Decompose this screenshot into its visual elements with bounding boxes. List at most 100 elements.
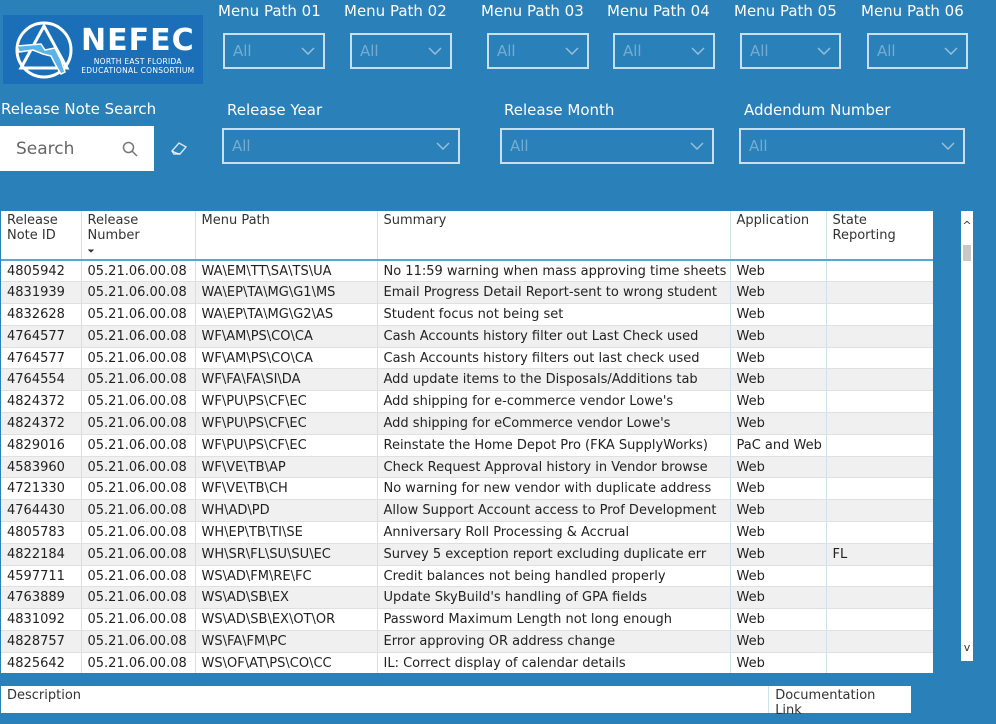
menu-path-01-value: All	[233, 42, 252, 60]
column-header-application[interactable]: Application	[730, 211, 827, 261]
cell-release-note-id: 4828757	[1, 630, 82, 653]
table-row[interactable]: 4763889 05.21.06.00.08 WS\AD\SB\EX Update S…	[1, 586, 933, 610]
cell-application: Web	[730, 652, 827, 673]
table-row[interactable]: 4831092 05.21.06.00.08 WS\AD\SB\EX\OT\OR Pa…	[1, 608, 933, 632]
cell-state-reporting	[826, 565, 933, 588]
column-header-documentation-link[interactable]: Documentation Link	[769, 686, 911, 718]
nefec-logo: NEFEC NORTH EAST FLORIDA EDUCATIONAL CON…	[3, 15, 203, 84]
logo-subtitle-1: NORTH EAST FLORIDA	[93, 56, 182, 66]
cell-release-number: 05.21.06.00.08	[81, 565, 196, 588]
cell-application: Web	[730, 630, 827, 653]
release-year-dropdown[interactable]: All	[222, 128, 460, 164]
menu-path-06-value: All	[877, 42, 896, 60]
release-notes-table: Release Note ID Release Number ⏷ Menu Pa…	[1, 211, 933, 673]
table-row[interactable]: 4597711 05.21.06.00.08 WS\AD\FM\RE\FC Credi…	[1, 565, 933, 588]
column-header-description[interactable]: Description	[1, 686, 770, 713]
cell-state-reporting	[826, 456, 933, 479]
cell-menu-path: WS\AD\SB\EX\OT\OR	[195, 608, 378, 632]
table-row[interactable]: 4583960 05.21.06.00.08 WF\VE\TB\AP Check Re…	[1, 456, 933, 479]
release-month-label: Release Month	[504, 101, 615, 119]
cell-application: Web	[730, 565, 827, 588]
cell-release-number: 05.21.06.00.08	[81, 434, 196, 457]
column-header-summary[interactable]: Summary	[377, 211, 731, 261]
cell-release-note-id: 4764577	[1, 347, 82, 370]
table-scrollbar[interactable]: ^ v	[961, 211, 973, 661]
chevron-down-icon	[691, 47, 705, 55]
cell-summary: Survey 5 exception report excluding dupl…	[377, 543, 731, 566]
table-row[interactable]: 4764430 05.21.06.00.08 WH\AD\PD Allow Suppo…	[1, 499, 933, 523]
cell-release-note-id: 4824372	[1, 412, 82, 435]
eraser-icon[interactable]	[170, 141, 188, 155]
cell-state-reporting	[826, 477, 933, 501]
column-header-release-note-id[interactable]: Release Note ID	[1, 211, 82, 261]
table-row[interactable]: 4824372 05.21.06.00.08 WF\PU\PS\CF\EC Add s…	[1, 390, 933, 414]
table-row[interactable]: 4825642 05.21.06.00.08 WS\OF\AT\PS\CO\CC IL…	[1, 652, 933, 673]
cell-summary: Email Progress Detail Report-sent to wro…	[377, 281, 731, 305]
cell-release-number: 05.21.06.00.08	[81, 368, 196, 392]
table-row[interactable]: 4824372 05.21.06.00.08 WF\PU\PS\CF\EC Add s…	[1, 412, 933, 435]
scroll-up-icon[interactable]: ^	[961, 219, 973, 233]
menu-path-05-value: All	[750, 42, 769, 60]
table-row[interactable]: 4828757 05.21.06.00.08 WS\FA\FM\PC Error ap…	[1, 630, 933, 653]
table-row[interactable]: 4764577 05.21.06.00.08 WF\AM\PS\CO\CA Cash …	[1, 347, 933, 370]
cell-summary: Add shipping for eCommerce vendor Lowe's	[377, 412, 731, 435]
menu-path-02-label: Menu Path 02	[344, 2, 447, 20]
column-header-menu-path[interactable]: Menu Path	[195, 211, 378, 261]
cell-release-number: 05.21.06.00.08	[81, 477, 196, 501]
logo-name: NEFEC	[81, 22, 195, 58]
cell-state-reporting	[826, 630, 933, 653]
cell-release-number: 05.21.06.00.08	[81, 412, 196, 435]
table-row[interactable]: 4829016 05.21.06.00.08 WF\PU\PS\CF\EC Reins…	[1, 434, 933, 457]
chevron-down-icon	[944, 47, 958, 55]
cell-application: Web	[730, 608, 827, 632]
chevron-down-icon	[941, 142, 955, 150]
cell-application: Web	[730, 368, 827, 392]
cell-application: Web	[730, 412, 827, 435]
search-input[interactable]: Search	[0, 126, 154, 171]
cell-menu-path: WF\PU\PS\CF\EC	[195, 412, 378, 435]
cell-release-note-id: 4764430	[1, 499, 82, 523]
release-year-value: All	[232, 137, 251, 155]
menu-path-06-dropdown[interactable]: All	[867, 33, 968, 69]
table-row[interactable]: 4832628 05.21.06.00.08 WA\EP\TA\MG\G2\AS St…	[1, 303, 933, 326]
cell-release-number: 05.21.06.00.08	[81, 260, 196, 283]
release-month-dropdown[interactable]: All	[500, 128, 714, 164]
cell-menu-path: WS\OF\AT\PS\CO\CC	[195, 652, 378, 673]
cell-state-reporting	[826, 303, 933, 326]
menu-path-05-dropdown[interactable]: All	[740, 33, 841, 69]
menu-path-03-value: All	[497, 42, 516, 60]
addendum-number-value: All	[749, 137, 768, 155]
sort-descending-icon[interactable]: ⏷	[88, 247, 189, 257]
column-header-release-number[interactable]: Release Number ⏷	[81, 211, 196, 261]
search-placeholder: Search	[16, 138, 75, 159]
search-icon[interactable]	[122, 141, 138, 157]
table-row[interactable]: 4822184 05.21.06.00.08 WH\SR\FL\SU\SU\EC Su…	[1, 543, 933, 566]
menu-path-01-dropdown[interactable]: All	[223, 33, 325, 69]
cell-summary: Student focus not being set	[377, 303, 731, 326]
cell-state-reporting	[826, 347, 933, 370]
table-row[interactable]: 4805783 05.21.06.00.08 WH\EP\TB\TI\SE Anniv…	[1, 521, 933, 544]
table-row[interactable]: 4764554 05.21.06.00.08 WF\FA\FA\SI\DA Add u…	[1, 368, 933, 392]
scroll-thumb[interactable]	[963, 245, 971, 261]
menu-path-04-dropdown[interactable]: All	[613, 33, 715, 69]
cell-state-reporting	[826, 281, 933, 305]
menu-path-03-dropdown[interactable]: All	[487, 33, 589, 69]
menu-path-06-label: Menu Path 06	[861, 2, 964, 20]
addendum-number-dropdown[interactable]: All	[739, 128, 965, 164]
menu-path-02-dropdown[interactable]: All	[350, 33, 452, 69]
table-row[interactable]: 4831939 05.21.06.00.08 WA\EP\TA\MG\G1\MS Em…	[1, 281, 933, 305]
chevron-down-icon	[565, 47, 579, 55]
cell-state-reporting	[826, 412, 933, 435]
cell-summary: Allow Support Account access to Prof Dev…	[377, 499, 731, 523]
cell-state-reporting	[826, 608, 933, 632]
table-row[interactable]: 4805942 05.21.06.00.08 WA\EM\TT\SA\TS\UA No…	[1, 260, 933, 283]
cell-release-note-id: 4597711	[1, 565, 82, 588]
cell-menu-path: WH\EP\TB\TI\SE	[195, 521, 378, 544]
cell-release-note-id: 4832628	[1, 303, 82, 326]
table-row[interactable]: 4721330 05.21.06.00.08 WF\VE\TB\CH No warni…	[1, 477, 933, 501]
cell-summary: No warning for new vendor with duplicate…	[377, 477, 731, 501]
table-row[interactable]: 4764577 05.21.06.00.08 WF\AM\PS\CO\CA Cash …	[1, 325, 933, 348]
scroll-down-icon[interactable]: v	[961, 641, 973, 655]
cell-release-number: 05.21.06.00.08	[81, 608, 196, 632]
column-header-state-reporting[interactable]: State Reporting	[826, 211, 933, 261]
